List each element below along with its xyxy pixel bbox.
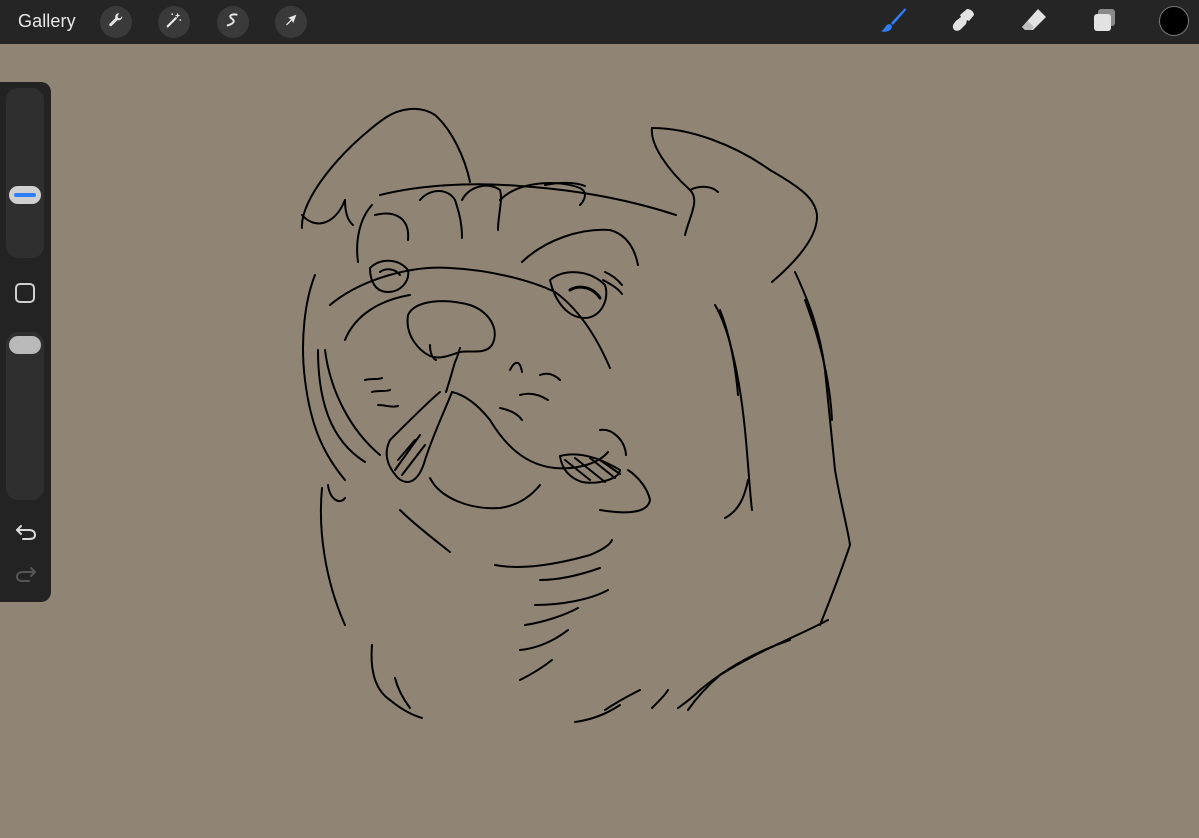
- layers-tool-button[interactable]: [1088, 6, 1120, 38]
- procreate-app: Gallery: [0, 0, 1199, 838]
- eraser-tool-button[interactable]: [1018, 6, 1050, 38]
- smudge-icon: [949, 6, 977, 39]
- smudge-tool-button[interactable]: [947, 6, 979, 38]
- selection-s-icon: [224, 11, 242, 34]
- color-picker-button[interactable]: [1159, 6, 1189, 36]
- magic-wand-icon: [165, 11, 183, 34]
- actions-button[interactable]: [100, 6, 132, 38]
- brush-tool-button[interactable]: [877, 6, 909, 38]
- eraser-icon: [1020, 6, 1048, 39]
- wrench-icon: [107, 11, 125, 34]
- pug-sketch: [300, 107, 851, 723]
- brush-icon: [879, 6, 907, 39]
- selection-button[interactable]: [217, 6, 249, 38]
- drawing-canvas[interactable]: [0, 44, 1199, 838]
- transform-button[interactable]: [275, 6, 307, 38]
- arrow-cursor-icon: [282, 11, 300, 34]
- gallery-button[interactable]: Gallery: [18, 11, 76, 32]
- top-toolbar: Gallery: [0, 0, 1199, 44]
- adjustments-button[interactable]: [158, 6, 190, 38]
- layers-icon: [1090, 6, 1118, 39]
